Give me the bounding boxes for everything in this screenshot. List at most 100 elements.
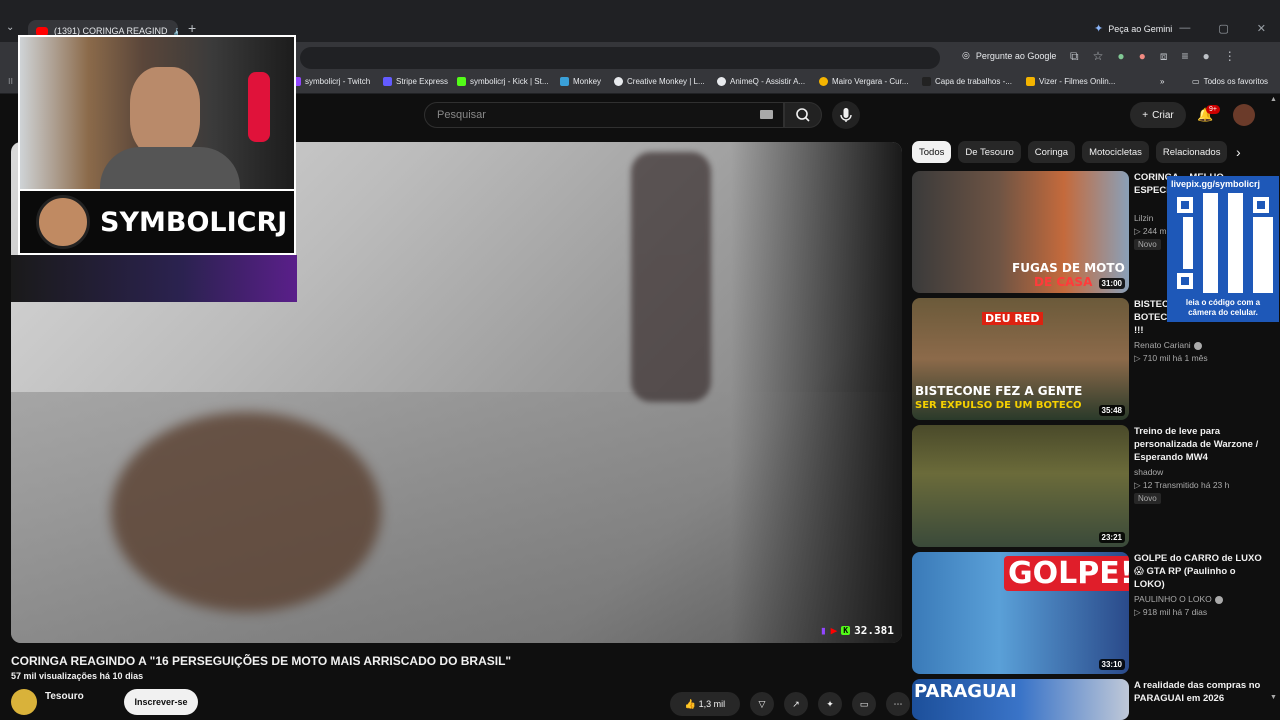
recommendation-stats: ▷ 244 m bbox=[1134, 226, 1167, 236]
apps-grid-icon[interactable]: ⁝⁝ bbox=[8, 77, 13, 86]
share-icon: ↗ bbox=[792, 698, 800, 709]
bookmark-item[interactable]: Capa de trabalhos -... bbox=[922, 77, 1012, 86]
keyboard-icon[interactable] bbox=[760, 110, 773, 119]
bookmark-item[interactable]: Vizer - Filmes Onlin... bbox=[1026, 77, 1115, 86]
subscribe-button[interactable]: Inscrever-se bbox=[124, 689, 198, 715]
scroll-up-arrow-icon[interactable]: ▲ bbox=[1270, 96, 1277, 103]
recommendation-thumbnail[interactable]: FUGAS DE MOTO DE CASA 31:00 bbox=[912, 171, 1129, 293]
bookmark-item[interactable]: AnimeQ - Assistir A... bbox=[717, 77, 805, 86]
thumb-text: BISTECONE FEZ A GENTE bbox=[915, 384, 1083, 398]
streamer-cartoon-avatar bbox=[36, 195, 90, 249]
chip-motocicletas[interactable]: Motocicletas bbox=[1082, 141, 1149, 163]
recommendation-title[interactable]: GOLPE do CARRO de LUXO 😱 GTA RP (Paulinh… bbox=[1134, 552, 1262, 591]
qr-finder bbox=[1173, 193, 1197, 217]
recommendation-item[interactable]: 23:21 Treino de leve para personalizada … bbox=[912, 425, 1272, 547]
bookmark-star-icon[interactable]: ☆ bbox=[1093, 49, 1104, 64]
profile-icon[interactable]: ● bbox=[1203, 49, 1210, 64]
extension-green-icon[interactable]: ● bbox=[1117, 49, 1124, 64]
kebab-menu-icon[interactable]: ⋮ bbox=[1224, 49, 1236, 64]
streamer-brand-banner: SYMBOLICRJ bbox=[18, 191, 296, 255]
voice-search-button[interactable] bbox=[832, 101, 860, 129]
recommendation-channel[interactable]: Lilzin bbox=[1134, 213, 1153, 223]
thumbs-up-icon: 👍 bbox=[684, 698, 699, 709]
tab-search-chevron-icon[interactable]: ⌄ bbox=[6, 22, 14, 33]
recommendation-thumbnail[interactable]: DEU RED BISTECONE FEZ A GENTE SER EXPULS… bbox=[912, 298, 1129, 420]
chip-relacionados[interactable]: Relacionados bbox=[1155, 141, 1228, 163]
create-button[interactable]: + Criar bbox=[1130, 102, 1186, 128]
chip-todos[interactable]: Todos bbox=[912, 141, 952, 163]
duration-badge: 35:48 bbox=[1098, 405, 1125, 416]
maximize-icon[interactable]: ▢ bbox=[1218, 22, 1228, 35]
channel-name[interactable]: Tesouro bbox=[45, 691, 84, 702]
sparkle-icon: ✦ bbox=[826, 698, 834, 709]
save-icon: ▭ bbox=[859, 698, 869, 709]
thumb-text: DEU RED bbox=[982, 312, 1043, 325]
recommendation-item[interactable]: GOLPE! 33:10 GOLPE do CARRO de LUXO 😱 GT… bbox=[912, 552, 1272, 674]
new-badge: Novo bbox=[1134, 239, 1161, 250]
dislike-button[interactable]: ▽ bbox=[750, 692, 774, 716]
bookmark-item[interactable]: Stripe Express bbox=[383, 77, 448, 86]
streamer-face bbox=[130, 67, 200, 157]
new-tab-button[interactable]: + bbox=[188, 20, 196, 36]
channel-avatar[interactable] bbox=[11, 689, 37, 715]
recommendation-channel[interactable]: PAULINHO O LOKO bbox=[1134, 594, 1223, 604]
recommendation-thumbnail[interactable]: GOLPE! 33:10 bbox=[912, 552, 1129, 674]
bookmarks-overflow-icon[interactable]: » bbox=[1160, 77, 1164, 86]
thumb-text: FUGAS DE MOTO bbox=[1012, 261, 1125, 275]
extension-red-icon[interactable]: ● bbox=[1139, 49, 1146, 64]
like-button[interactable]: 👍 1,3 mil bbox=[670, 692, 740, 716]
qr-caption: leia o código com a câmera do celular. bbox=[1185, 298, 1261, 317]
microphone-icon bbox=[840, 108, 852, 122]
bookmark-item[interactable]: Creative Monkey | L... bbox=[614, 77, 705, 86]
recommendation-title[interactable]: Treino de leve para personalizada de War… bbox=[1134, 425, 1262, 464]
all-bookmarks-folder[interactable]: ▭ Todos os favoritos bbox=[1192, 77, 1268, 86]
more-actions-button[interactable]: ⋯ bbox=[886, 692, 910, 716]
clip-button[interactable]: ✦ bbox=[818, 692, 842, 716]
recommendation-channel[interactable]: shadow bbox=[1134, 467, 1163, 477]
ask-google-button[interactable]: ◎ Pergunte ao Google bbox=[962, 50, 1056, 61]
address-bar[interactable] bbox=[300, 47, 940, 69]
chip-coringa[interactable]: Coringa bbox=[1027, 141, 1076, 163]
install-icon[interactable]: ⧉ bbox=[1070, 49, 1079, 64]
bookmark-favicon-icon bbox=[383, 77, 392, 86]
bookmark-favicon-icon bbox=[560, 77, 569, 86]
chips-next-chevron-icon[interactable]: › bbox=[1236, 144, 1241, 160]
search-icon bbox=[796, 108, 810, 122]
notification-badge: 9+ bbox=[1206, 105, 1220, 114]
bookmark-favicon-icon bbox=[1026, 77, 1035, 86]
close-window-icon[interactable]: ✕ bbox=[1257, 22, 1266, 35]
bookmark-item[interactable]: Monkey bbox=[560, 77, 601, 86]
recommendation-channel[interactable]: Renato Cariani bbox=[1134, 340, 1202, 350]
streamer-name: SYMBOLICRJ bbox=[100, 206, 288, 238]
search-input[interactable]: Pesquisar bbox=[424, 102, 784, 128]
minimize-icon[interactable]: — bbox=[1179, 22, 1190, 35]
video-meta: 57 mil visualizações há 10 dias bbox=[11, 671, 144, 681]
extensions-puzzle-icon[interactable]: ⧈ bbox=[1160, 49, 1168, 64]
recommendation-item[interactable]: PARAGUAI A realidade das compras no PARA… bbox=[912, 679, 1272, 720]
video-actions: 👍 1,3 mil ▽ ↗ ✦ ▭ ⋯ bbox=[670, 692, 910, 716]
share-button[interactable]: ↗ bbox=[784, 692, 808, 716]
scroll-down-arrow-icon[interactable]: ▼ bbox=[1270, 694, 1277, 701]
video-frame-pedestrian bbox=[631, 152, 711, 402]
streamer-microphone bbox=[248, 72, 270, 142]
gemini-button[interactable]: ✦ Peça ao Gemini bbox=[1094, 22, 1172, 35]
qr-url: livepix.gg/symbolicrj bbox=[1171, 179, 1261, 189]
kick-viewer-counter: ▮ ▶ K 32.381 bbox=[820, 624, 894, 637]
recommendation-stats: ▷ 918 mil há 7 dias bbox=[1134, 607, 1208, 617]
recommendation-title[interactable]: A realidade das compras no PARAGUAI em 2… bbox=[1134, 679, 1262, 705]
recommendation-thumbnail[interactable]: 23:21 bbox=[912, 425, 1129, 547]
streamer-webcam bbox=[18, 35, 296, 191]
chip-de-tesouro[interactable]: De Tesouro bbox=[958, 141, 1021, 163]
bookmark-item[interactable]: Mairo Vergara - Cur... bbox=[819, 77, 908, 86]
save-button[interactable]: ▭ bbox=[852, 692, 876, 716]
bookmark-item[interactable]: symbolicrj - Kick | St... bbox=[457, 77, 549, 86]
media-icon[interactable]: ≡ bbox=[1181, 49, 1188, 64]
video-frame-subject bbox=[111, 412, 381, 612]
video-title: CORINGA REAGINDO A "16 PERSEGUIÇÕES DE M… bbox=[11, 654, 512, 668]
duration-badge: 31:00 bbox=[1098, 278, 1125, 289]
bookmark-item[interactable]: symbolicrj - Twitch bbox=[292, 77, 370, 86]
account-avatar[interactable] bbox=[1233, 104, 1255, 126]
streamer-shirt bbox=[100, 147, 240, 189]
search-button[interactable] bbox=[784, 102, 822, 128]
recommendation-thumbnail[interactable]: PARAGUAI bbox=[912, 679, 1129, 720]
